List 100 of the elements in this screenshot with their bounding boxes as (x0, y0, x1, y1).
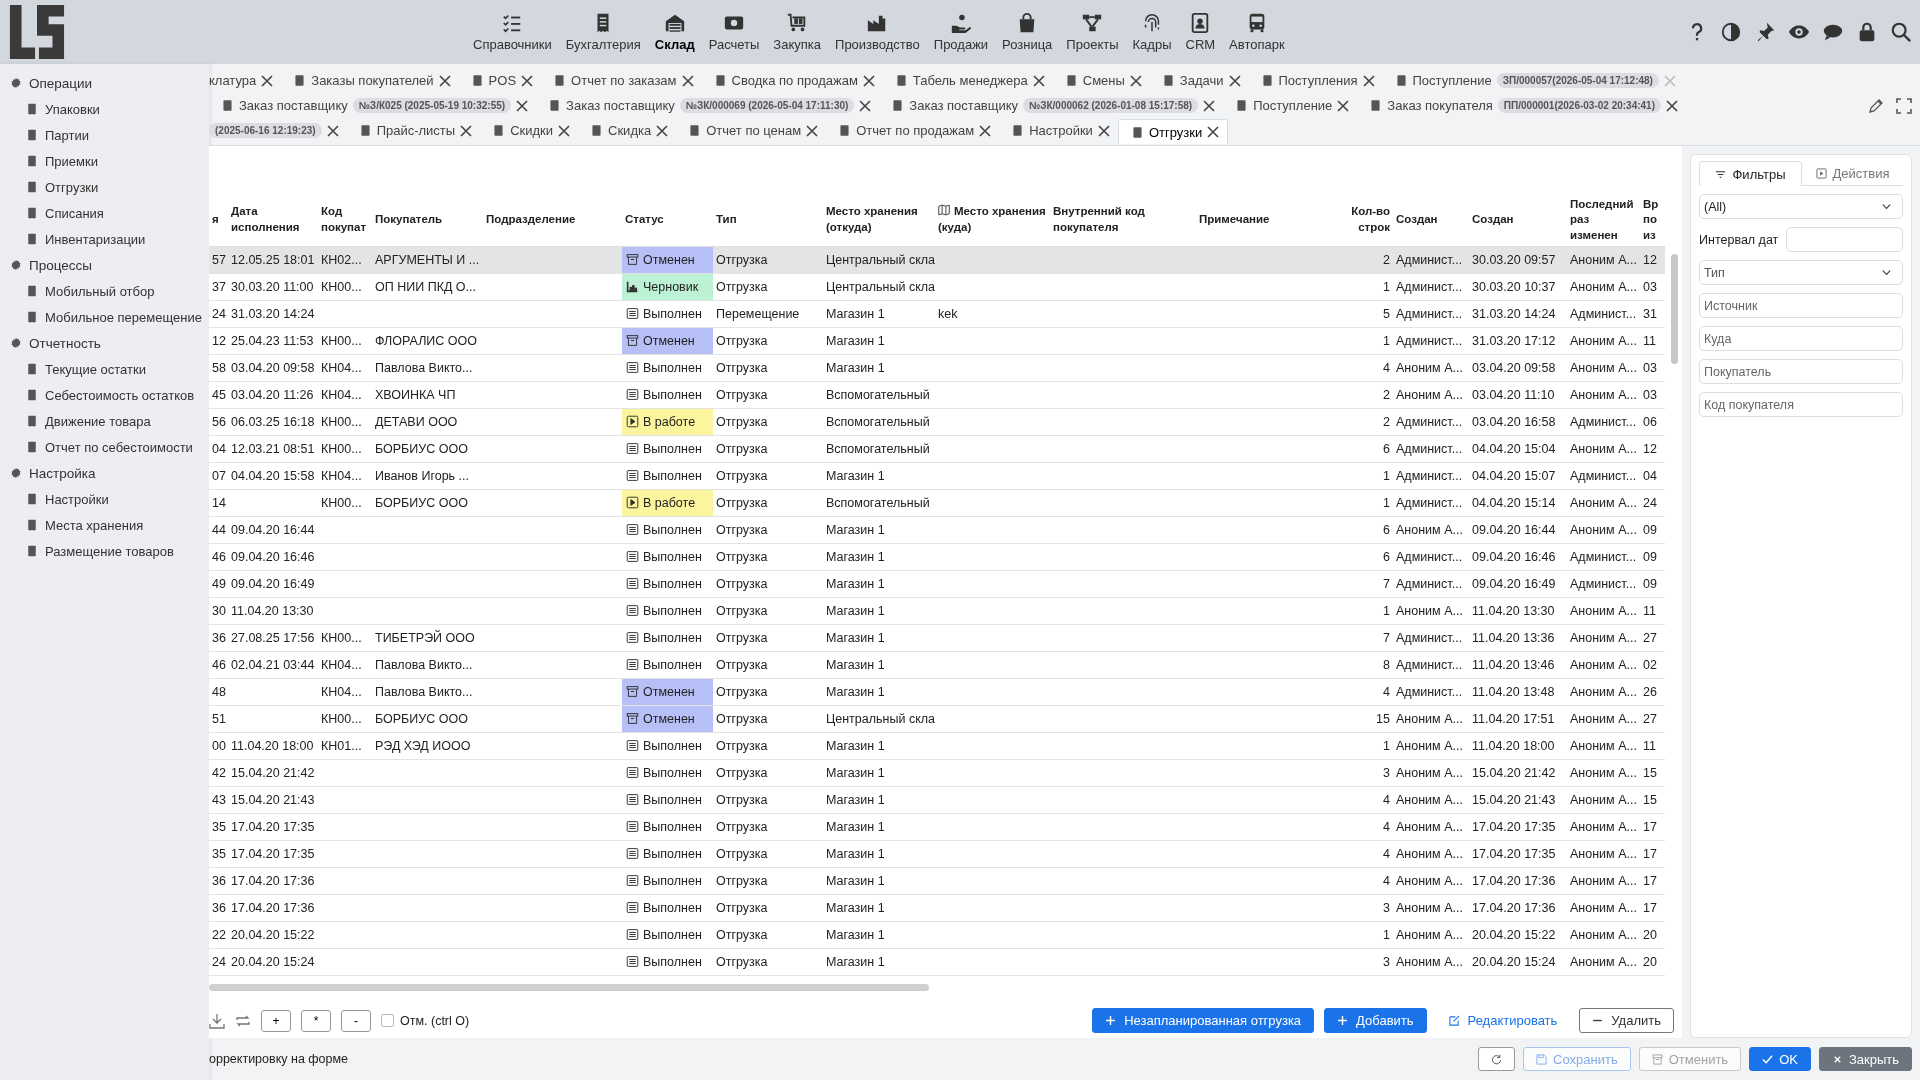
filter-field[interactable]: Источник (1699, 293, 1903, 318)
nav-tab[interactable]: Продажи (927, 12, 995, 52)
close-icon[interactable] (438, 74, 451, 87)
document-tab[interactable]: Прайс-листы (346, 118, 481, 143)
table-row[interactable]: 12 25.04.23 11:53 КН00... ФЛОРАЛИС ООО Отменен Отгрузка Магазин 1 1 Админист... 31.03.20 17:12 Аноним А... 11 (209, 327, 1665, 355)
nav-tab[interactable]: Расчеты (702, 12, 766, 52)
search-icon[interactable] (1890, 21, 1912, 43)
table-row[interactable]: 36 17.04.20 17:36 Выполнен Отгрузка Магазин 1 4 Аноним А... 17.04.20 17:36 Аноним А... 17 (209, 867, 1665, 895)
table-row[interactable]: 58 03.04.20 09:58 КН04... Павлова Викто... Выполнен Отгрузка Магазин 1 4 Аноним А... 03.04.20 09:58 Аноним А... 03 (209, 354, 1665, 382)
close-icon[interactable] (1129, 74, 1142, 87)
document-tab[interactable]: Отгрузки (1117, 119, 1229, 144)
close-icon[interactable] (1032, 74, 1045, 87)
table-row[interactable]: 37 30.03.20 11:00 КН00... ОП НИИ ПКД О... Черновик Отгрузка Центральный скла 1 Админист... 30.03.20 10:37 Аноним А... 03 (209, 273, 1665, 301)
close-icon[interactable] (1203, 99, 1216, 112)
table-row[interactable]: 49 09.04.20 16:49 Выполнен Отгрузка Магазин 1 7 Админист... 09.04.20 16:49 Админист... 09 (209, 570, 1665, 598)
table-row[interactable]: 48 КН04... Павлова Викто... Отменен Отгрузка Магазин 1 4 Админист... 11.04.20 13:48 Аноним А... 26 (209, 678, 1665, 706)
column-header[interactable]: Последний раз изменен (1567, 194, 1640, 247)
document-tab[interactable]: Поступления (1248, 68, 1383, 93)
close-icon[interactable] (681, 74, 694, 87)
column-header[interactable]: Создан (1393, 194, 1469, 247)
nav-tab[interactable]: Проекты (1060, 12, 1125, 52)
panel-tab[interactable]: Действия (1802, 161, 1903, 185)
filter-field[interactable]: Покупатель (1699, 359, 1903, 384)
menu-item[interactable]: Движение товара (0, 408, 209, 434)
column-header[interactable]: Место хранения (куда) (935, 194, 1050, 247)
document-tab[interactable]: Отчет по ценам (676, 118, 827, 143)
document-tab[interactable]: (2025-06-16 12:19:23) (209, 118, 347, 143)
close-icon[interactable] (326, 124, 339, 137)
table-row[interactable]: 36 17.04.20 17:36 Выполнен Отгрузка Магазин 1 3 Аноним А... 17.04.20 17:36 Аноним А... 17 (209, 894, 1665, 922)
document-tab[interactable]: Скидка (578, 118, 677, 143)
table-row[interactable]: 56 06.03.25 16:18 КН00... ДЕТАВИ ООО В работе Отгрузка Вспомогательный 2 Админист... 03.04.20 16:58 Админист... 06 (209, 408, 1665, 436)
menu-item[interactable]: Себестоимость остатков (0, 382, 209, 408)
menu-group[interactable]: Операции (0, 70, 209, 96)
toolbar-button[interactable]: * (301, 1009, 331, 1032)
menu-item[interactable]: Настройки (0, 486, 209, 512)
table-row[interactable]: 42 15.04.20 21:42 Выполнен Отгрузка Магазин 1 3 Аноним А... 15.04.20 21:42 Аноним А... 15 (209, 759, 1665, 787)
menu-group[interactable]: Процессы (0, 252, 209, 278)
table-row[interactable]: 57 12.05.25 18:01 КН02... АРГУМЕНТЫ И ... Отменен Отгрузка Центральный скла 2 Админист... 30.03.20 09:57 Аноним А... 12 (209, 246, 1665, 274)
scrollbar[interactable] (209, 984, 929, 991)
scrollbar[interactable] (1671, 254, 1678, 364)
close-icon[interactable] (1362, 74, 1375, 87)
column-header[interactable]: Подразделение (483, 194, 622, 247)
table-row[interactable]: 24 31.03.20 14:24 Выполнен Перемещение Магазин 1 kek 5 Админист... 31.03.20 14:24 Админист... 31 (209, 300, 1665, 328)
document-tab[interactable]: Смены (1052, 68, 1150, 93)
document-tab[interactable]: Поступление (1223, 93, 1358, 118)
table-row[interactable]: 22 20.04.20 15:22 Выполнен Отгрузка Магазин 1 1 Аноним А... 20.04.20 15:22 Аноним А... 20 (209, 921, 1665, 949)
footer-button[interactable]: Закрыть (1818, 1047, 1912, 1071)
close-icon[interactable] (460, 124, 473, 137)
table-row[interactable]: 00 11.04.20 18:00 КН01... РЭД ХЭД ИООО Выполнен Отгрузка Магазин 1 1 Аноним А... 11.04.20 18:00 Аноним А... 11 (209, 732, 1665, 760)
menu-item[interactable]: Упаковки (0, 96, 209, 122)
menu-item[interactable]: Партии (0, 122, 209, 148)
status-dropdown[interactable]: (All) (1699, 194, 1903, 219)
close-icon[interactable] (261, 74, 274, 87)
action-button[interactable]: Редактировать (1436, 1008, 1570, 1033)
menu-item[interactable]: Приемки (0, 148, 209, 174)
column-header[interactable]: Код покупат (318, 194, 372, 247)
refresh-button[interactable] (1478, 1047, 1516, 1071)
document-tab[interactable]: Скидки (480, 118, 579, 143)
table-row[interactable]: 36 27.08.25 17:56 КН00... ТИБЕТРЭЙ ООО Выполнен Отгрузка Магазин 1 7 Админист... 11.04.20 13:36 Аноним А... 27 (209, 624, 1665, 652)
document-tab[interactable]: Заказы покупателей (281, 68, 459, 93)
contrast-icon[interactable] (1720, 21, 1742, 43)
action-button[interactable]: Добавить (1324, 1008, 1427, 1033)
nav-tab[interactable]: Бухгалтерия (559, 12, 647, 52)
toolbar-button[interactable]: + (261, 1009, 291, 1032)
table-row[interactable]: 07 04.04.20 15:58 КН04... Иванов Игорь ... Выполнен Отгрузка Магазин 1 1 Админист... 04.04.20 15:07 Админист... 04 (209, 462, 1665, 490)
nav-tab[interactable]: Кадры (1126, 12, 1178, 52)
type-dropdown[interactable]: Тип (1699, 260, 1903, 285)
action-button[interactable]: Удалить (1579, 1008, 1674, 1033)
column-header[interactable]: Покупатель (372, 194, 483, 247)
document-tab[interactable]: Заказ поставщику №ЗК/000069 (2026-05-04 17:11:30) (536, 93, 880, 118)
nav-tab[interactable]: Справочники (467, 12, 558, 52)
menu-item[interactable]: Места хранения (0, 512, 209, 538)
menu-item[interactable]: Мобильное перемещение (0, 304, 209, 330)
document-tab[interactable]: Заказ поставщику №З/К025 (2025-05-19 10:32:55) (209, 93, 537, 118)
document-tab[interactable]: Отчет по продажам (826, 118, 1000, 143)
column-header[interactable]: Внутренний код покупателя (1050, 194, 1196, 247)
column-header[interactable]: Тип (713, 194, 823, 247)
close-icon[interactable] (862, 74, 875, 87)
table-row[interactable]: 43 15.04.20 21:43 Выполнен Отгрузка Магазин 1 4 Аноним А... 15.04.20 21:43 Аноним А... 15 (209, 786, 1665, 814)
menu-item[interactable]: Инвентаризации (0, 226, 209, 252)
column-header[interactable]: Кол-во строк (1348, 194, 1393, 247)
document-tab[interactable]: Поступление ЗП/000057(2026-05-04 17:12:48) (1382, 68, 1684, 93)
table-row[interactable]: 35 17.04.20 17:35 Выполнен Отгрузка Магазин 1 4 Аноним А... 17.04.20 17:35 Аноним А... 17 (209, 840, 1665, 868)
menu-item[interactable]: Текущие остатки (0, 356, 209, 382)
filter-field[interactable]: Куда (1699, 326, 1903, 351)
table-row[interactable]: 14 КН00... БОРБИУС ООО В работе Отгрузка Вспомогательный 1 Админист... 04.04.20 15:14 Аноним А... 24 (209, 489, 1665, 517)
column-header[interactable]: Дата исполнения (228, 194, 318, 247)
column-header[interactable]: Создан (1469, 194, 1567, 247)
download-icon[interactable] (209, 1012, 225, 1029)
nav-tab[interactable]: Производство (829, 12, 926, 52)
column-header[interactable]: Вр по из (1640, 194, 1665, 247)
document-tab[interactable]: Задачи (1149, 68, 1249, 93)
date-range-field[interactable] (1786, 227, 1903, 252)
table-row[interactable]: 45 03.04.20 11:26 КН04... ХВОИНКА ЧП Выполнен Отгрузка Вспомогательный 2 Аноним А... 03.04.20 11:10 Аноним А... 03 (209, 381, 1665, 409)
close-icon[interactable] (859, 99, 872, 112)
action-button[interactable]: Незапланированная отгрузка (1092, 1008, 1315, 1033)
nav-tab[interactable]: CRM (1179, 12, 1222, 52)
close-icon[interactable] (516, 99, 529, 112)
close-icon[interactable] (1207, 126, 1220, 138)
close-icon[interactable] (558, 124, 571, 137)
